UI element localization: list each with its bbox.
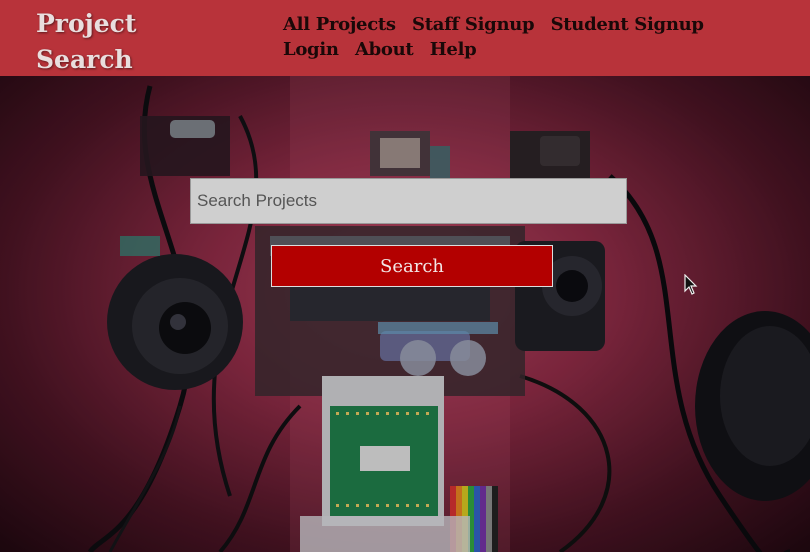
nav-login[interactable]: Login xyxy=(283,39,339,60)
brand-line-2: Search xyxy=(36,45,133,74)
search-button[interactable]: Search xyxy=(271,245,553,287)
search-projects-input[interactable] xyxy=(190,178,627,224)
hero-background xyxy=(0,76,810,552)
nav-about[interactable]: About xyxy=(355,39,414,60)
brand-line-1: Project xyxy=(36,9,137,38)
page: Project Search All Projects Staff Signup… xyxy=(0,0,810,552)
nav-help[interactable]: Help xyxy=(430,39,477,60)
brand-logo-link[interactable]: Project Search xyxy=(36,6,156,78)
nav-student-signup[interactable]: Student Signup xyxy=(551,14,704,35)
background-overlay xyxy=(0,76,810,552)
nav-all-projects[interactable]: All Projects xyxy=(283,14,396,35)
nav-staff-signup[interactable]: Staff Signup xyxy=(412,14,535,35)
mouse-pointer-icon xyxy=(684,274,698,295)
main-nav: All Projects Staff Signup Student Signup… xyxy=(283,12,783,62)
header: Project Search All Projects Staff Signup… xyxy=(0,0,810,76)
